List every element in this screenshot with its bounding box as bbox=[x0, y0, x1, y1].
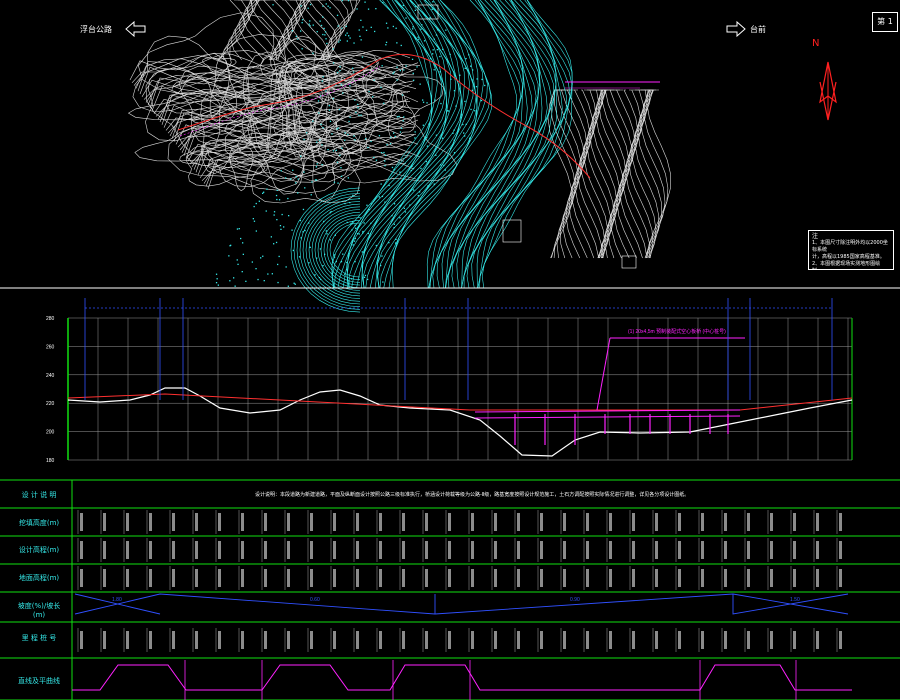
topographic-plan bbox=[127, 0, 671, 313]
profile-section: 280 260 240 220 200 180 (1) 20x4,5m 预制装配式空心板桥… bbox=[46, 298, 853, 464]
ground-profile-line bbox=[67, 387, 853, 457]
elev-tick-label: 220 bbox=[46, 401, 55, 407]
row-label-design: 设 计 说 明 bbox=[21, 491, 57, 499]
elev-tick-label: 200 bbox=[46, 430, 55, 436]
profile-data-table: 1.80 0.60 0.90 1.50 bbox=[0, 479, 900, 700]
right-direction-label: 台前 bbox=[750, 25, 766, 34]
row-label-curve: 直线及平曲线 bbox=[18, 677, 60, 685]
left-direction-label: 浮台公路 bbox=[80, 25, 112, 34]
design-note-text: 设计说明：本段道路为新建道路，平面及纵断面设计按照公路三级标准执行，桥涵设计荷载… bbox=[255, 492, 690, 498]
row-label-slope: 坡度(%)/坡长(m) bbox=[17, 602, 61, 619]
north-arrow-icon bbox=[819, 61, 837, 121]
elev-tick-label: 240 bbox=[46, 373, 55, 379]
row-label-station: 里 程 桩 号 bbox=[21, 634, 57, 642]
right-direction-arrow-icon bbox=[726, 20, 746, 38]
page-number-box: 第 1 bbox=[872, 12, 898, 32]
notes-box: 注 1、本图尺寸除注明外均以2000坐标系统 计，高程以1985国家高程基准。 … bbox=[808, 230, 894, 270]
slope-segment-4: 1.50 bbox=[790, 597, 800, 603]
elev-tick-label: 180 bbox=[46, 458, 55, 464]
north-label: N bbox=[812, 38, 820, 49]
curve-diagram bbox=[72, 664, 852, 691]
slope-segment-2: 0.60 bbox=[310, 597, 320, 603]
elev-tick-label: 260 bbox=[46, 344, 55, 350]
slope-segment-1: 1.80 bbox=[112, 597, 122, 603]
slope-lines bbox=[74, 593, 849, 615]
bridge-structure bbox=[474, 337, 745, 419]
design-grade-line bbox=[67, 393, 853, 411]
row-label-design-elev: 设计高程(m) bbox=[18, 546, 60, 554]
cad-drawing-canvas: 280 260 240 220 200 180 (1) 20x4,5m 预制装配式空心板桥… bbox=[0, 0, 900, 700]
note-line-2: 计，高程以1985国家高程基准。 bbox=[812, 254, 885, 260]
row-label-cut-fill: 挖填高度(m) bbox=[18, 519, 60, 527]
notes-title: 注 bbox=[812, 233, 819, 240]
note-line-1: 1、本图尺寸除注明外均以2000坐标系统 bbox=[812, 240, 888, 253]
elev-tick-label: 280 bbox=[46, 316, 55, 322]
bridge-annotation: (1) 20x4,5m 预制装配式空心板桥 (中心桩号) bbox=[628, 328, 726, 335]
slope-segment-3: 0.90 bbox=[570, 597, 580, 603]
left-direction-arrow-icon bbox=[125, 20, 146, 38]
row-label-ground-elev: 地面高程(m) bbox=[18, 574, 60, 582]
note-line-3: 2、本图根据现场实测地形图绘制。 bbox=[812, 261, 881, 269]
